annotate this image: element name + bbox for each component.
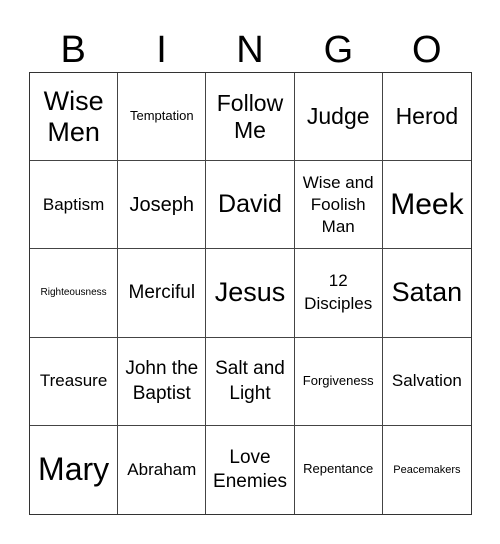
bingo-card-grid: Wise Men Temptation Follow Me Judge Hero…	[29, 72, 472, 515]
bingo-cell[interactable]: Salt and Light	[206, 337, 295, 426]
bingo-cell[interactable]: Joseph	[118, 161, 207, 250]
bingo-header: B I N G O	[29, 28, 471, 72]
bingo-cell[interactable]: Meek	[382, 161, 471, 250]
bingo-cell[interactable]: Wise and Foolish Man	[294, 161, 383, 250]
bingo-cell[interactable]: Jesus	[206, 249, 295, 338]
bingo-cell[interactable]: 12 Disciples	[294, 249, 383, 338]
bingo-cell[interactable]: Abraham	[118, 425, 207, 514]
bingo-cell[interactable]: Satan	[382, 249, 471, 338]
header-letter-n: N	[236, 29, 264, 71]
bingo-cell[interactable]: Repentance	[295, 425, 383, 514]
bingo-cell[interactable]: Salvation	[382, 338, 471, 426]
header-letter-b: B	[60, 29, 86, 71]
header-letter-g: G	[323, 29, 354, 71]
bingo-cell[interactable]: Temptation	[118, 73, 207, 162]
bingo-cell[interactable]: John the Baptist	[118, 337, 207, 426]
bingo-cell[interactable]: Peacemakers	[383, 426, 471, 514]
bingo-cell[interactable]: Wise Men	[30, 73, 119, 162]
bingo-cell[interactable]: Baptism	[30, 161, 119, 250]
bingo-cell[interactable]: David	[206, 161, 295, 250]
bingo-cell[interactable]: Love Enemies	[206, 425, 295, 514]
bingo-cell[interactable]: Judge	[294, 73, 383, 162]
header-letter-i: I	[156, 29, 167, 71]
bingo-cell[interactable]: Righteousness	[30, 249, 119, 338]
bingo-cell[interactable]: Merciful	[118, 249, 207, 338]
bingo-cell[interactable]: Mary	[30, 425, 119, 514]
bingo-cell[interactable]: Follow Me	[206, 73, 295, 162]
header-letter-o: O	[411, 29, 442, 71]
bingo-cell[interactable]: Forgiveness	[294, 337, 383, 426]
bingo-cell[interactable]: Treasure	[30, 337, 119, 426]
bingo-cell[interactable]: Herod	[382, 73, 471, 162]
